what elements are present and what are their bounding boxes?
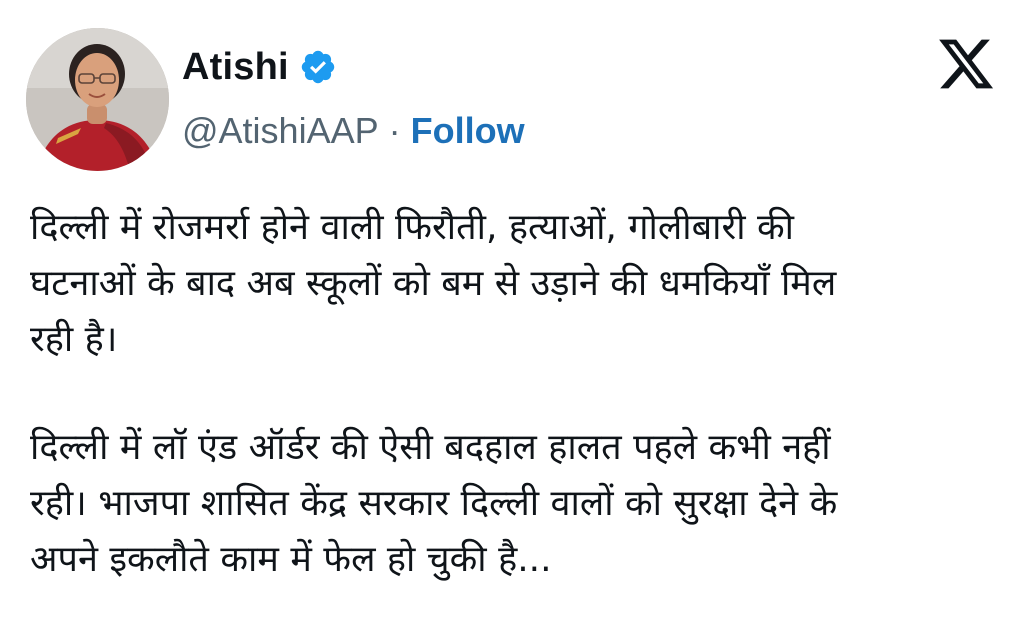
name-row: Atishi [182,42,525,92]
handle-row: @AtishiAAP · Follow [182,106,525,156]
author-identity: Atishi @AtishiAAP · Follow [182,42,525,156]
profile-photo-icon [26,28,169,171]
separator-dot: · [388,110,401,151]
follow-button[interactable]: Follow [411,110,525,152]
x-logo-icon[interactable] [936,34,996,94]
verified-badge-icon [299,48,337,86]
tweet-header: Atishi @AtishiAAP · Follow [26,28,1004,173]
tweet-body: दिल्ली में रोजमर्रा होने वाली फिरौती, हत… [30,200,990,636]
author-display-name[interactable]: Atishi [182,46,289,89]
tweet-paragraph-1: दिल्ली में रोजमर्रा होने वाली फिरौती, हत… [30,207,837,360]
tweet-paragraph-2: दिल्ली में लॉ एंड ऑर्डर की ऐसी बदहाल हाल… [30,427,838,580]
avatar[interactable] [26,28,169,171]
author-handle[interactable]: @AtishiAAP [182,110,379,152]
tweet-card: Atishi @AtishiAAP · Follow दिल्ली में रो… [0,0,1024,636]
